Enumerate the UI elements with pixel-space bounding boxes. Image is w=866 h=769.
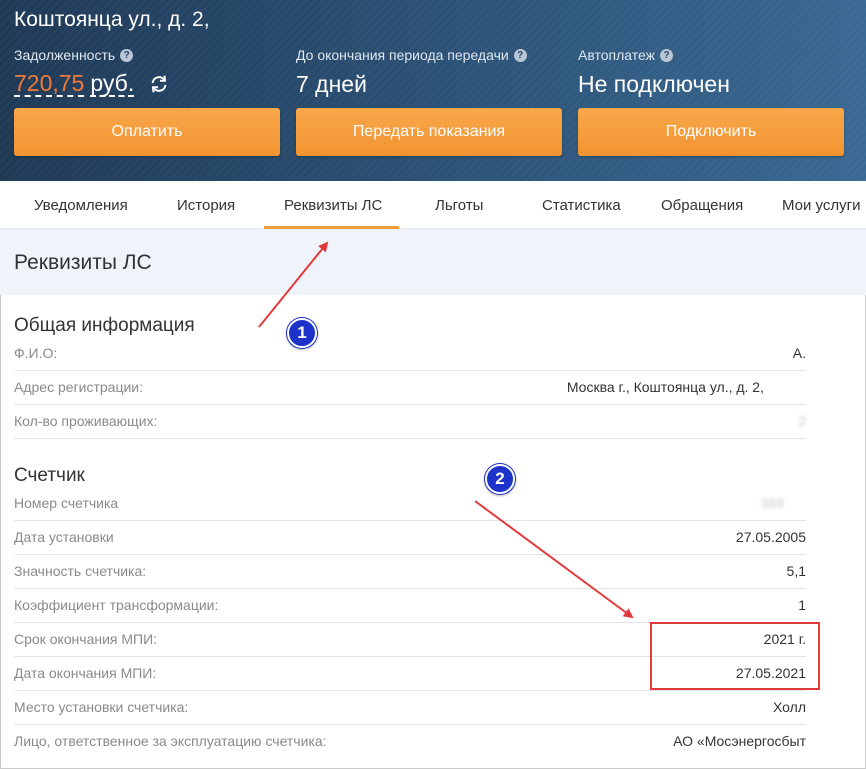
tab-requests[interactable]: Обращения [661,197,743,214]
row-label: Ф.И.О: [14,345,58,361]
meter-row-transform-coef: Коэффициент трансформации: 1 [14,589,806,623]
row-value: АО «Мосэнергосбыт [673,733,806,749]
tab-my-services[interactable]: Мои услуги [782,197,861,214]
row-value: 5,1 [786,563,806,579]
row-label: Срок окончания МПИ: [14,631,158,647]
info-row-residents: Кол-во проживающих: 2 [14,405,806,439]
row-label: Номер счетчика [14,495,119,511]
row-value: Москва г., Коштоянца ул., д. 2, [566,379,764,395]
tab-account-details[interactable]: Реквизиты ЛС [284,197,382,214]
account-header: Коштоянца ул., д. 2, Задолженность ? 720… [0,0,866,181]
tab-statistics[interactable]: Статистика [542,197,621,214]
row-label: Адрес регистрации: [14,379,144,395]
row-label: Дата окончания МПИ: [14,665,157,681]
info-row-address: Адрес регистрации: Москва г., Коштоянца … [14,371,806,405]
pay-button[interactable]: Оплатить [14,108,280,156]
tab-history[interactable]: История [177,197,235,214]
meter-row-responsible: Лицо, ответственное за эксплуатацию счет… [14,725,806,759]
submit-readings-button[interactable]: Передать показания [296,108,562,156]
debt-label: Задолженность [14,47,116,63]
autopay-value: Не подключен [578,70,730,97]
meter-row-number: Номер счетчика 389 [14,487,806,521]
autopay-label: Автоплатеж [578,47,655,63]
connect-autopay-button[interactable]: Подключить [578,108,844,156]
info-row-fio: Ф.И.О: А. [14,337,806,371]
debt-amount[interactable]: 720,75 [14,71,85,97]
row-label: Значность счетчика: [14,563,147,579]
row-value: 389 [760,495,784,511]
row-value: А. [792,345,806,361]
meter-row-location: Место установки счетчика: Холл [14,691,806,725]
row-label: Коэффициент трансформации: [14,597,219,613]
annotation-badge-2: 2 [485,464,515,494]
help-icon[interactable]: ? [513,48,527,62]
help-icon[interactable]: ? [120,48,134,62]
account-address: Коштоянца ул., д. 2, [14,8,210,31]
meter-row-digits: Значность счетчика: 5,1 [14,555,806,589]
period-label: До окончания периода передачи [296,47,509,63]
row-value: 2 [798,413,806,429]
meter-heading: Счетчик [14,465,85,486]
row-value: 1 [798,597,806,613]
row-label: Лицо, ответственное за эксплуатацию счет… [14,733,327,749]
tab-benefits[interactable]: Льготы [435,197,483,214]
tab-notifications[interactable]: Уведомления [34,197,128,214]
annotation-highlight-box [650,622,820,690]
row-label: Место установки счетчика: [14,699,189,715]
row-value: Холл [773,699,806,715]
general-info-heading: Общая информация [14,315,195,336]
autopay-block: Автоплатеж ? Не подключен [578,46,730,98]
row-label: Дата установки [14,529,114,545]
debt-unit[interactable]: руб. [90,71,135,97]
annotation-badge-1: 1 [287,318,317,348]
tab-bar: Уведомления История Реквизиты ЛС Льготы … [0,181,866,229]
meter-row-install-date: Дата установки 27.05.2005 [14,521,806,555]
refresh-icon[interactable] [148,73,170,95]
help-icon[interactable]: ? [660,48,673,62]
period-block: До окончания периода передачи ? 7 дней [296,46,527,98]
period-value: 7 дней [296,70,367,97]
row-value: 27.05.2005 [735,529,806,545]
row-label: Кол-во проживающих: [14,413,158,429]
page-title: Реквизиты ЛС [14,251,152,274]
debt-block: Задолженность ? 720,75 руб. [14,46,170,98]
